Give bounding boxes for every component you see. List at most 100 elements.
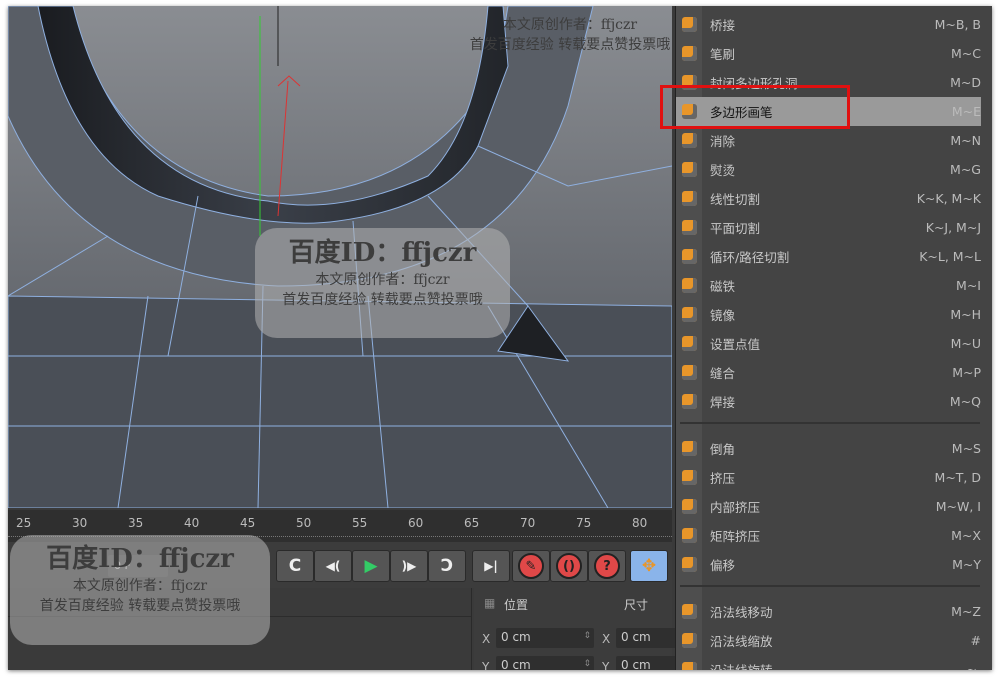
go-end-loop-button[interactable]: Ↄ xyxy=(428,550,466,582)
menu-item-shortcut: M~U xyxy=(950,336,981,351)
menu-item-label: 沿法线旋转 xyxy=(710,660,891,670)
menu-item[interactable]: 镜像 M~H xyxy=(676,300,981,329)
tool-icon xyxy=(676,492,702,521)
menu-item-shortcut: M~H xyxy=(950,307,981,322)
tick-label: 30 xyxy=(72,516,88,530)
tool-icon xyxy=(676,655,702,670)
record-icon: ✎ xyxy=(518,553,544,579)
step-forward-icon: )▶ xyxy=(401,559,417,573)
menu-item-label: 挤压 xyxy=(710,471,736,486)
tool-icon xyxy=(676,155,702,184)
menu-item[interactable]: 消除 M~N xyxy=(676,126,981,155)
menu-item-label: 沿法线移动 xyxy=(710,605,773,620)
position-header: 位置 xyxy=(504,598,529,612)
step-back-button[interactable]: ◀( xyxy=(314,550,352,582)
menu-item[interactable]: 桥接 M~B, B xyxy=(676,10,981,39)
menu-item-label: 缝合 xyxy=(710,366,736,381)
tool-icon xyxy=(676,329,702,358)
menu-item[interactable]: 内部挤压 M~W, I xyxy=(676,492,981,521)
menu-item[interactable]: 倒角 M~S xyxy=(676,434,981,463)
tick-label: 25 xyxy=(16,516,32,530)
play-button[interactable]: ▶ xyxy=(352,550,390,582)
tick-label: 60 xyxy=(408,516,424,530)
record-button[interactable]: ✎ xyxy=(512,550,550,582)
step-forward-button[interactable]: )▶ xyxy=(390,550,428,582)
menu-item-label: 消除 xyxy=(710,134,736,149)
menu-item-shortcut: M~X xyxy=(951,528,981,543)
menu-item[interactable]: 笔刷 M~C xyxy=(676,39,981,68)
tool-icon xyxy=(676,300,702,329)
autokey-icon: () xyxy=(556,553,582,579)
value: 0 cm xyxy=(501,658,531,670)
menu-item[interactable]: 磁铁 M~I xyxy=(676,271,981,300)
help-button[interactable]: ? xyxy=(588,550,626,582)
go-end-button[interactable]: ▶| xyxy=(472,550,510,582)
menu-item-label: 内部挤压 xyxy=(710,500,761,515)
tick-label: 65 xyxy=(464,516,480,530)
tool-icon xyxy=(676,213,702,242)
tick-label: 35 xyxy=(128,516,144,530)
menu-item[interactable]: 沿法线缩放 # xyxy=(676,626,981,655)
menu-item-label: 熨烫 xyxy=(710,163,736,178)
axis-label: X xyxy=(482,632,491,646)
tool-icon xyxy=(676,521,702,550)
axis-label: Y xyxy=(482,660,490,670)
menu-item[interactable]: 沿法线移动 M~Z xyxy=(676,597,981,626)
tool-icon xyxy=(676,597,702,626)
tool-icon xyxy=(676,387,702,416)
value: 0 cm xyxy=(621,630,651,644)
menu-item[interactable]: 偏移 M~Y xyxy=(676,550,981,579)
menu-item-label: 偏移 xyxy=(710,558,736,573)
menu-item[interactable]: 缝合 M~P xyxy=(676,358,981,387)
menu-item-shortcut: M~Z xyxy=(951,604,981,619)
menu-item-shortcut: M~Y xyxy=(952,557,981,572)
menu-item-shortcut: M~G xyxy=(950,162,981,177)
menu-item-shortcut: M~D xyxy=(950,75,981,90)
menu-item-shortcut: M~S xyxy=(951,441,981,456)
highlight-annotation-box xyxy=(660,85,850,129)
menu-item[interactable]: 线性切割 K~K, M~K xyxy=(676,184,981,213)
menu-item-label: 笔刷 xyxy=(710,47,736,62)
menu-item[interactable]: 循环/路径切割 K~L, M~L xyxy=(676,242,981,271)
tool-icon xyxy=(676,39,702,68)
move-tool-button[interactable]: ✥ xyxy=(630,550,668,582)
menu-item-label: 矩阵挤压 xyxy=(710,529,761,544)
menu-item-shortcut: M~T, D xyxy=(934,470,981,485)
menu-item[interactable]: 平面切割 K~J, M~J xyxy=(676,213,981,242)
menu-item-label: 线性切割 xyxy=(710,192,761,207)
tool-icon xyxy=(676,550,702,579)
menu-item-shortcut: ,~, xyxy=(962,662,981,670)
menu-item-shortcut: M~E xyxy=(951,104,981,119)
menu-item-shortcut: M~N xyxy=(950,133,981,148)
menu-item-label: 循环/路径切割 xyxy=(710,250,790,265)
menu-item-shortcut: K~L, M~L xyxy=(919,249,981,264)
tick-label: 50 xyxy=(296,516,312,530)
menu-item[interactable]: 熨烫 M~G xyxy=(676,155,981,184)
help-icon: ? xyxy=(594,553,620,579)
position-x-field[interactable]: 0 cm ⇕ xyxy=(496,628,594,648)
menu-item-label: 镜像 xyxy=(710,308,736,323)
menu-item-shortcut: # xyxy=(970,633,981,648)
tool-icon xyxy=(676,271,702,300)
menu-separator xyxy=(680,422,980,424)
menu-item-label: 设置点值 xyxy=(710,337,761,352)
menu-item[interactable]: 矩阵挤压 M~X xyxy=(676,521,981,550)
tool-icon xyxy=(676,358,702,387)
go-start-icon: C xyxy=(288,556,302,576)
tick-label: 75 xyxy=(576,516,592,530)
menu-item-shortcut: M~C xyxy=(951,46,981,61)
menu-separator xyxy=(680,585,980,587)
move-icon: ✥ xyxy=(641,556,657,576)
value: 0 cm xyxy=(621,658,651,670)
tool-icon xyxy=(676,434,702,463)
menu-item[interactable]: 设置点值 M~U xyxy=(676,329,981,358)
tick-label: 40 xyxy=(184,516,200,530)
menu-item-shortcut: M~W, I xyxy=(935,499,981,514)
go-start-button[interactable]: C xyxy=(276,550,314,582)
autokey-button[interactable]: () xyxy=(550,550,588,582)
menu-item[interactable]: 沿法线旋转 ,~, xyxy=(676,655,981,670)
size-header: 尺寸 xyxy=(624,598,649,612)
menu-item[interactable]: 挤压 M~T, D xyxy=(676,463,981,492)
position-y-field[interactable]: 0 cm ⇕ xyxy=(496,656,594,670)
menu-item[interactable]: 焊接 M~Q xyxy=(676,387,981,416)
